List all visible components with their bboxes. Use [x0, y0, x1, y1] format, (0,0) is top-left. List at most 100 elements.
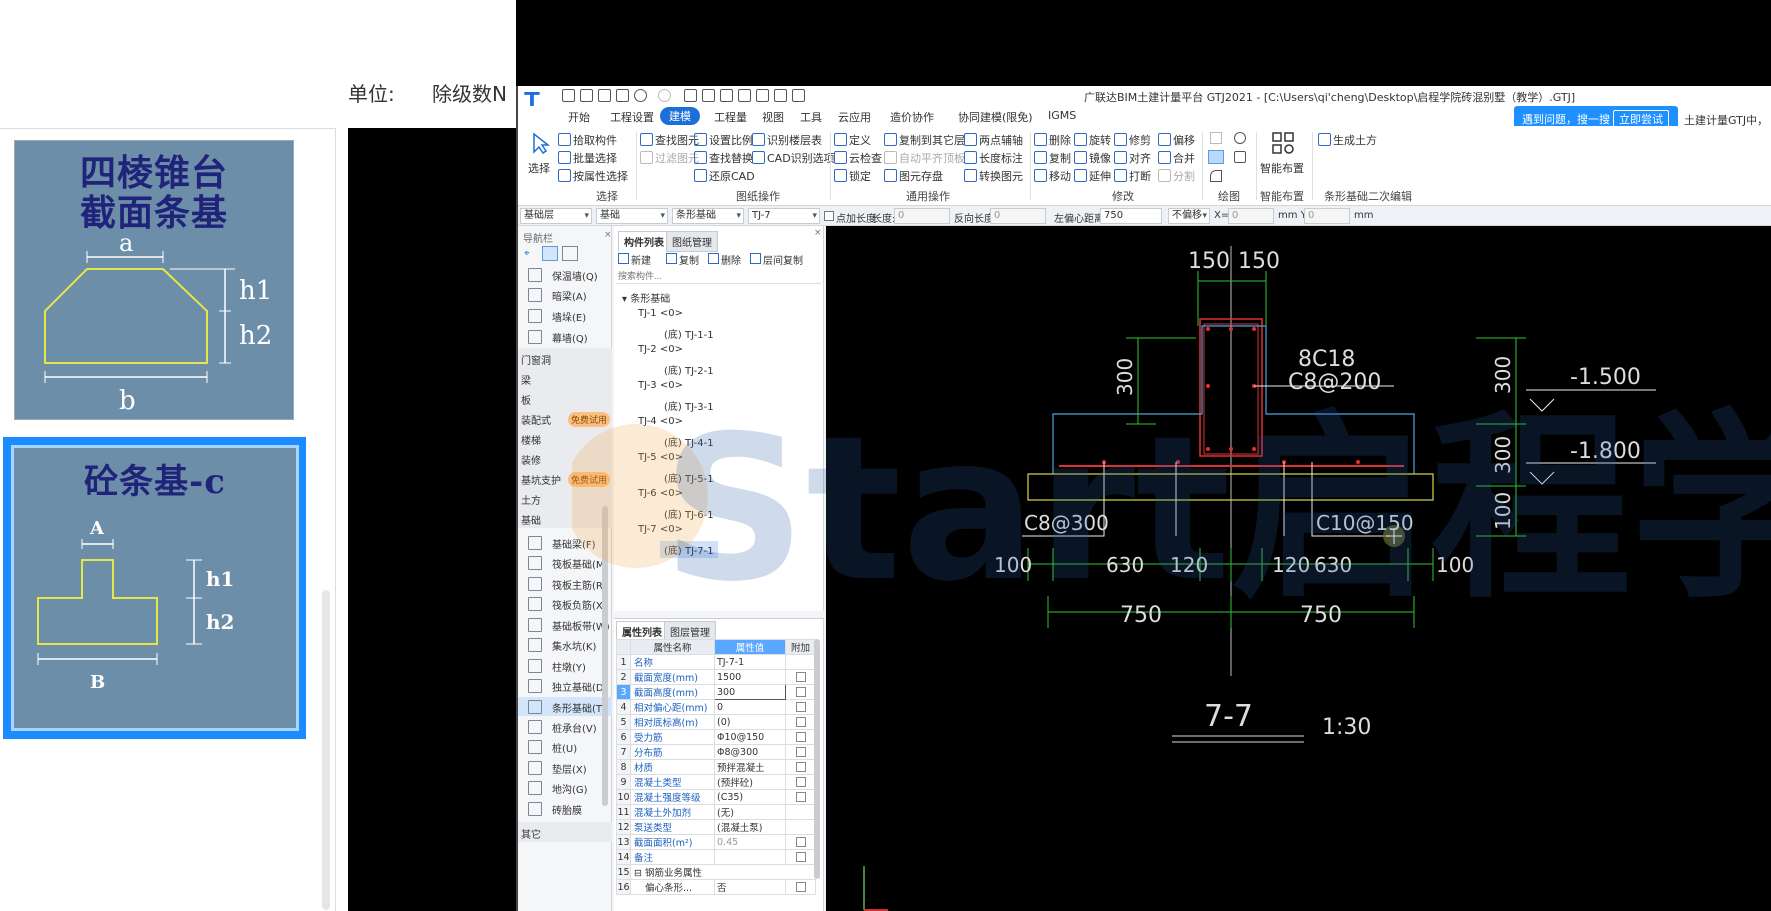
nav-item-sump[interactable]: 集水坑(K): [526, 638, 596, 653]
tree-group-tj2[interactable]: TJ-2 <0>: [638, 344, 683, 355]
menu-quantity[interactable]: 工程量: [714, 109, 747, 125]
property-scrollbar[interactable]: [814, 639, 820, 879]
tree-leaf-tj4-1[interactable]: (底) TJ-4-1: [664, 434, 714, 449]
property-value[interactable]: 0: [714, 699, 786, 715]
menu-project-settings[interactable]: 工程设置: [610, 109, 654, 125]
attach-checkbox[interactable]: [795, 882, 806, 892]
attach-checkbox[interactable]: [795, 792, 806, 802]
thumbnail-scrollbar[interactable]: [322, 590, 330, 910]
property-value[interactable]: TJ-7-1: [714, 654, 786, 670]
nav-item-insulation-wall[interactable]: 保温墙(Q): [526, 268, 598, 283]
menu-tools[interactable]: 工具: [800, 109, 822, 125]
tree-group-tj4[interactable]: TJ-4 <0>: [638, 416, 683, 427]
y-input[interactable]: 0: [1304, 208, 1350, 224]
property-row[interactable]: 15 ⊟ 钢筋业务属性: [616, 864, 816, 880]
property-value[interactable]: Φ8@300: [714, 744, 786, 760]
property-value[interactable]: Φ10@150: [714, 729, 786, 745]
copy-component-button[interactable]: 复制: [666, 252, 699, 267]
tab-drawing-management[interactable]: 图纸管理: [666, 231, 718, 252]
nav-item-trench[interactable]: 地沟(G): [526, 781, 588, 796]
attach-checkbox[interactable]: [795, 747, 806, 757]
panel-close-icon[interactable]: ×: [814, 228, 822, 238]
quick-access-chart-icon[interactable]: [774, 89, 787, 102]
property-value[interactable]: (预拌砼): [714, 774, 786, 790]
mirror-button[interactable]: 镜像: [1074, 150, 1111, 166]
attach-checkbox[interactable]: [795, 777, 806, 787]
attach-checkbox[interactable]: [795, 732, 806, 742]
nav-category-stairs[interactable]: 楼梯: [518, 428, 612, 448]
select-by-attribute-button[interactable]: 按属性选择: [558, 168, 628, 184]
nav-item-raft-main-bar[interactable]: 筏板主筋(R): [526, 577, 607, 592]
property-row[interactable]: 14 备注: [616, 849, 816, 865]
redo-icon[interactable]: [658, 89, 671, 102]
menu-view[interactable]: 视图: [762, 109, 784, 125]
property-row[interactable]: 9 混凝土类型 (预拌砼): [616, 774, 816, 790]
element-save-button[interactable]: 图元存盘: [884, 168, 943, 184]
attach-checkbox[interactable]: [795, 762, 806, 772]
quick-access-layout-icon[interactable]: [702, 89, 715, 102]
cad-identify-options-button[interactable]: CAD识别选项: [752, 150, 835, 166]
merge-button[interactable]: 合并: [1158, 150, 1195, 166]
tree-group-tj1[interactable]: TJ-1 <0>: [638, 308, 683, 319]
tree-leaf-tj7-1[interactable]: (底) TJ-7-1: [660, 541, 718, 558]
two-point-axis-button[interactable]: 两点辅轴: [964, 132, 1023, 148]
quick-access-new-icon[interactable]: [580, 89, 593, 102]
nav-item-curtain-wall[interactable]: 幕墙(Q): [526, 330, 588, 345]
nav-item-foundation-strip[interactable]: 基础板带(W): [526, 618, 610, 633]
extend-button[interactable]: 延伸: [1074, 168, 1111, 184]
quick-access-save-icon[interactable]: [562, 89, 575, 102]
set-scale-button[interactable]: 设置比例: [694, 132, 753, 148]
nav-item-pilaster[interactable]: 墙垛(E): [526, 309, 586, 324]
draw-curve-icon[interactable]: [1210, 170, 1222, 182]
nav-category-openings[interactable]: 门窗洞: [518, 348, 612, 368]
property-row[interactable]: 10 混凝土强度等级 (C35): [616, 789, 816, 805]
property-row[interactable]: 3 截面高度(mm) 300: [616, 684, 816, 700]
quick-access-draw-icon[interactable]: [756, 89, 769, 102]
quick-access-settings-icon[interactable]: [792, 89, 805, 102]
lock-button[interactable]: 锁定: [834, 168, 871, 184]
property-value-editing[interactable]: 300: [714, 684, 786, 700]
attach-checkbox[interactable]: [795, 702, 806, 712]
attach-checkbox[interactable]: [795, 852, 806, 862]
point-length-checkbox[interactable]: [824, 211, 834, 221]
menu-igms[interactable]: IGMS: [1048, 109, 1076, 122]
tree-leaf-tj5-1[interactable]: (底) TJ-5-1: [664, 470, 714, 485]
nav-category-earthwork[interactable]: 土方: [518, 488, 612, 508]
category-select[interactable]: 基础: [596, 208, 668, 224]
thumbnail-pyramid-strip[interactable]: 四棱锥台 截面条基 a h1 h2 b: [14, 140, 294, 420]
menu-cost-collab[interactable]: 造价协作: [890, 109, 934, 125]
property-row[interactable]: 5 相对底标高(m) (0): [616, 714, 816, 730]
select-button[interactable]: 选择: [528, 160, 550, 176]
define-button[interactable]: 定义: [834, 132, 871, 148]
draw-line-icon[interactable]: [1208, 150, 1224, 164]
property-value[interactable]: (混凝土泵): [714, 819, 786, 835]
property-value[interactable]: 否: [714, 879, 786, 895]
property-row[interactable]: 6 受力筋 Φ10@150: [616, 729, 816, 745]
tree-leaf-tj1-1[interactable]: (底) TJ-1-1: [664, 326, 714, 341]
new-component-button[interactable]: 新建: [618, 252, 651, 267]
component-search-input[interactable]: [616, 268, 821, 284]
menu-collab-modeling[interactable]: 协同建模(限免): [958, 109, 1033, 125]
menu-modeling[interactable]: 建模: [660, 107, 700, 125]
nav-item-hidden-beam[interactable]: 暗梁(A): [526, 288, 587, 303]
batch-select-button[interactable]: 批量选择: [558, 150, 617, 166]
menu-start[interactable]: 开始: [568, 109, 590, 125]
identify-floor-table-button[interactable]: 识别楼层表: [752, 132, 822, 148]
quick-access-open-icon[interactable]: [598, 89, 611, 102]
property-value[interactable]: (0): [714, 714, 786, 730]
select-arrow-icon[interactable]: [530, 132, 552, 155]
nav-category-slab[interactable]: 板: [518, 388, 612, 408]
attach-checkbox[interactable]: [795, 687, 806, 697]
quick-access-calc-icon[interactable]: [684, 89, 697, 102]
rotate-button[interactable]: 旋转: [1074, 132, 1111, 148]
tree-leaf-tj6-1[interactable]: (底) TJ-6-1: [664, 506, 714, 521]
nav-scrollbar[interactable]: [602, 506, 608, 806]
element-select[interactable]: TJ-7: [748, 208, 820, 224]
tree-group-tj7[interactable]: TJ-7 <0>: [638, 524, 683, 535]
offset-button[interactable]: 偏移: [1158, 132, 1195, 148]
menu-cloud[interactable]: 云应用: [838, 109, 871, 125]
draw-arc-icon[interactable]: [1234, 132, 1246, 144]
nav-category-beam[interactable]: 梁: [518, 368, 612, 388]
length-input[interactable]: 0: [894, 208, 950, 224]
quick-access-disk-icon[interactable]: [616, 89, 629, 102]
